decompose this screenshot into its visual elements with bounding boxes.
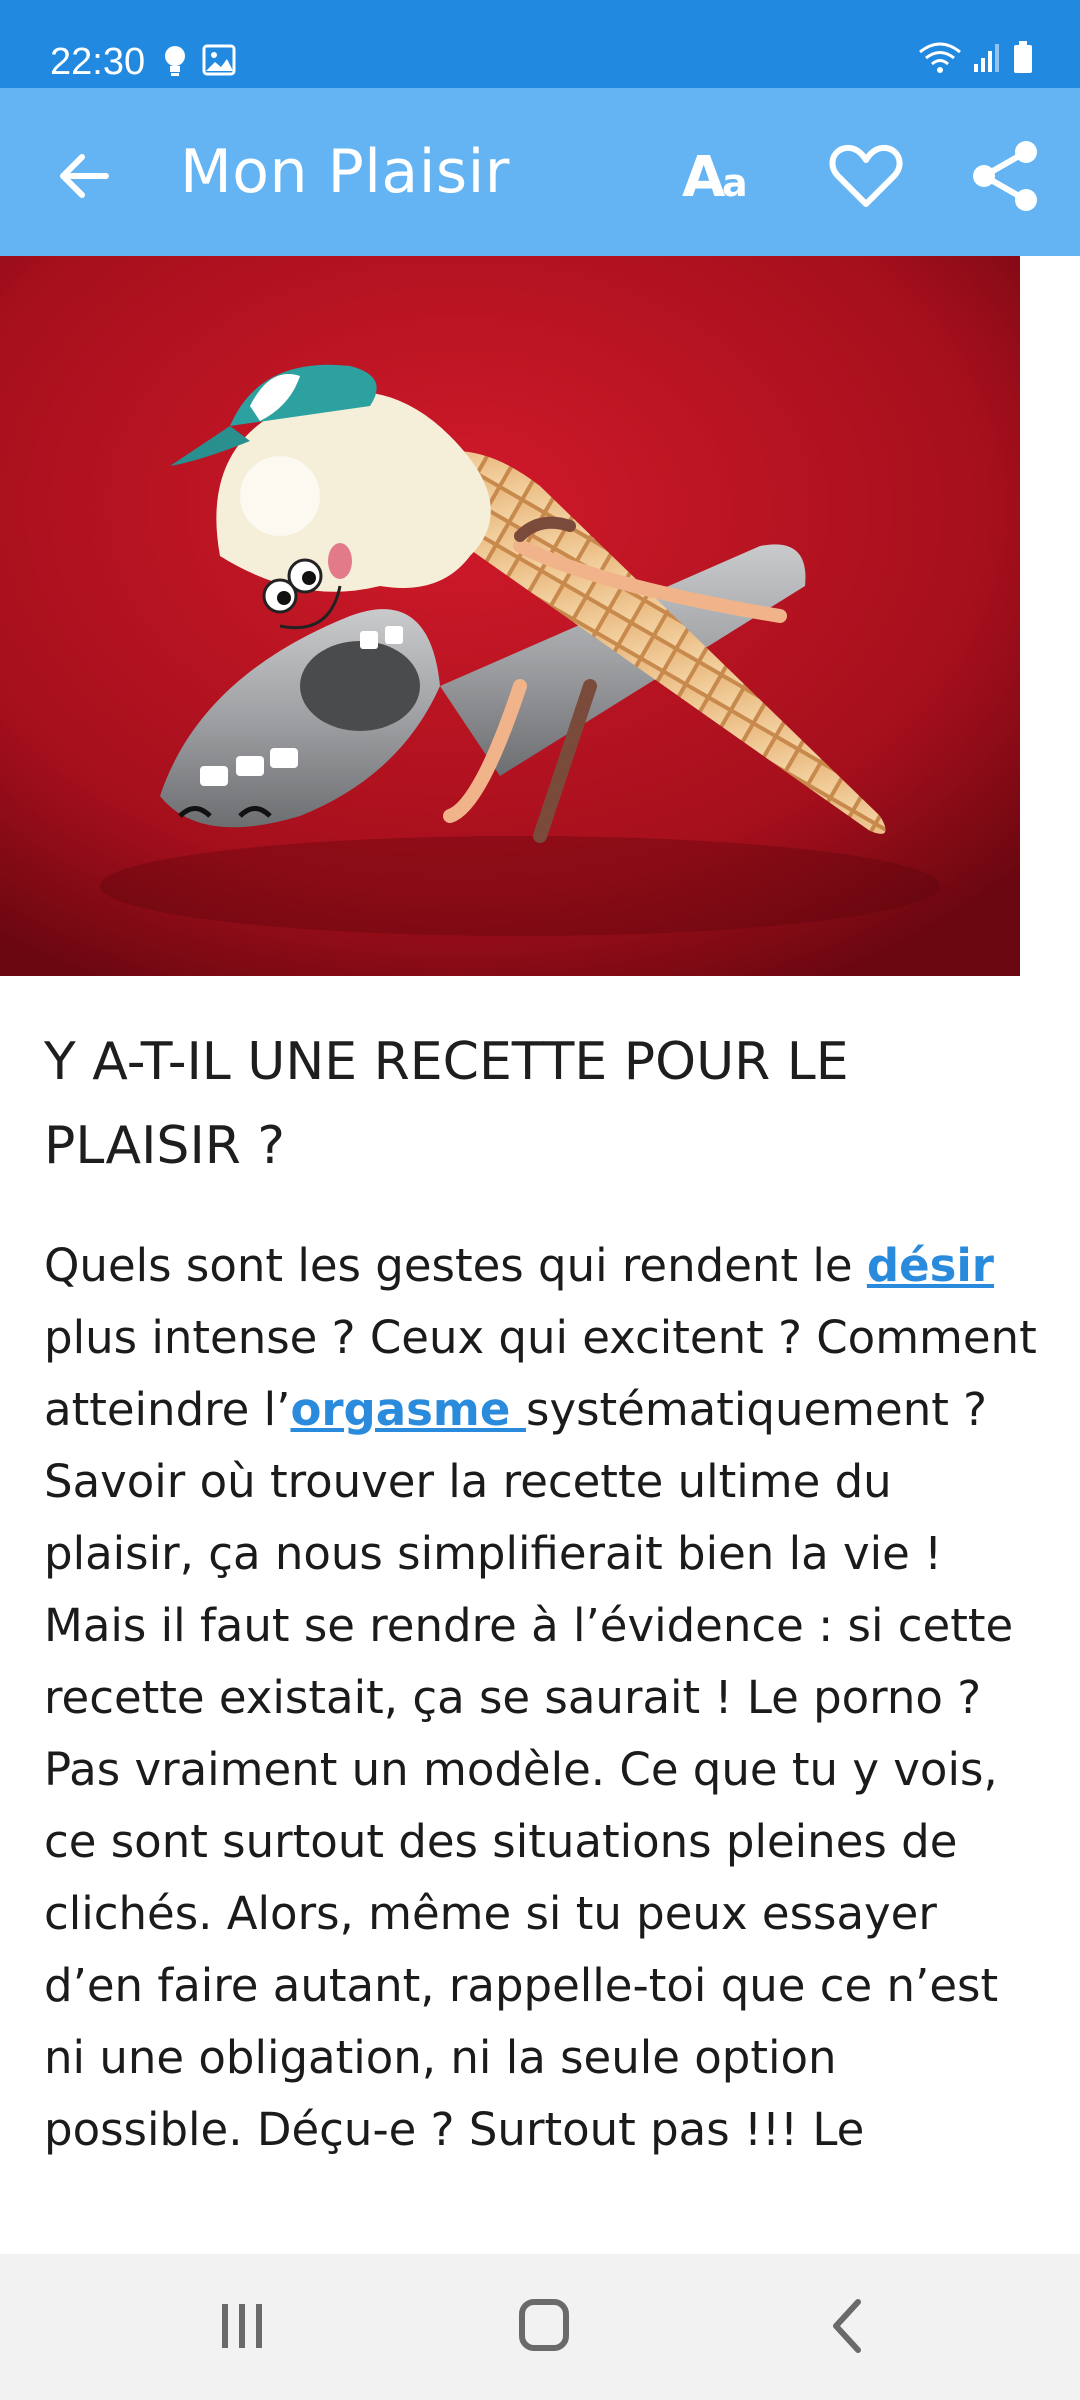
back-nav-button[interactable]	[800, 2284, 896, 2368]
share-icon	[966, 141, 1046, 220]
bulb-icon	[162, 44, 188, 83]
page-title: Mon Plaisir	[180, 137, 510, 207]
system-nav-bar	[0, 2254, 1080, 2400]
svg-text:a: a	[722, 161, 748, 205]
status-bar: 22:30	[0, 0, 1080, 88]
share-button[interactable]	[966, 136, 1046, 216]
article-body: Quels sont les gestes qui rendent le dés…	[44, 1230, 1044, 2166]
wifi-icon	[918, 40, 962, 79]
home-icon	[519, 2299, 569, 2351]
signal-icon	[972, 42, 1002, 79]
back-button[interactable]	[48, 140, 120, 212]
status-time: 22:30	[50, 41, 146, 83]
font-size-button[interactable]: A a	[680, 136, 760, 216]
link-desir[interactable]: désir	[867, 1239, 994, 1292]
recents-icon	[222, 2304, 262, 2348]
recents-button[interactable]	[194, 2284, 290, 2368]
favorite-button[interactable]	[826, 136, 906, 216]
app-bar: Mon Plaisir A a	[0, 88, 1080, 256]
home-button[interactable]	[496, 2284, 592, 2368]
article-text-part-1: Quels sont les gestes qui rendent le	[44, 1239, 867, 1292]
battery-icon	[1012, 40, 1034, 79]
back-chevron-icon	[833, 2299, 861, 2353]
font-size-icon: A a	[682, 145, 748, 210]
link-orgasme[interactable]: orgasme	[290, 1383, 526, 1436]
svg-text:A: A	[682, 145, 726, 210]
article-text-part-3: systématiquement ? Savoir où trouver la …	[44, 1383, 1014, 2156]
image-icon	[202, 44, 236, 83]
heart-icon	[826, 144, 906, 220]
article-title: Y A-T-IL UNE RECETTE POUR LE PLAISIR ?	[44, 1032, 849, 1176]
hero-image	[0, 256, 1020, 976]
arrow-left-icon	[48, 154, 120, 216]
